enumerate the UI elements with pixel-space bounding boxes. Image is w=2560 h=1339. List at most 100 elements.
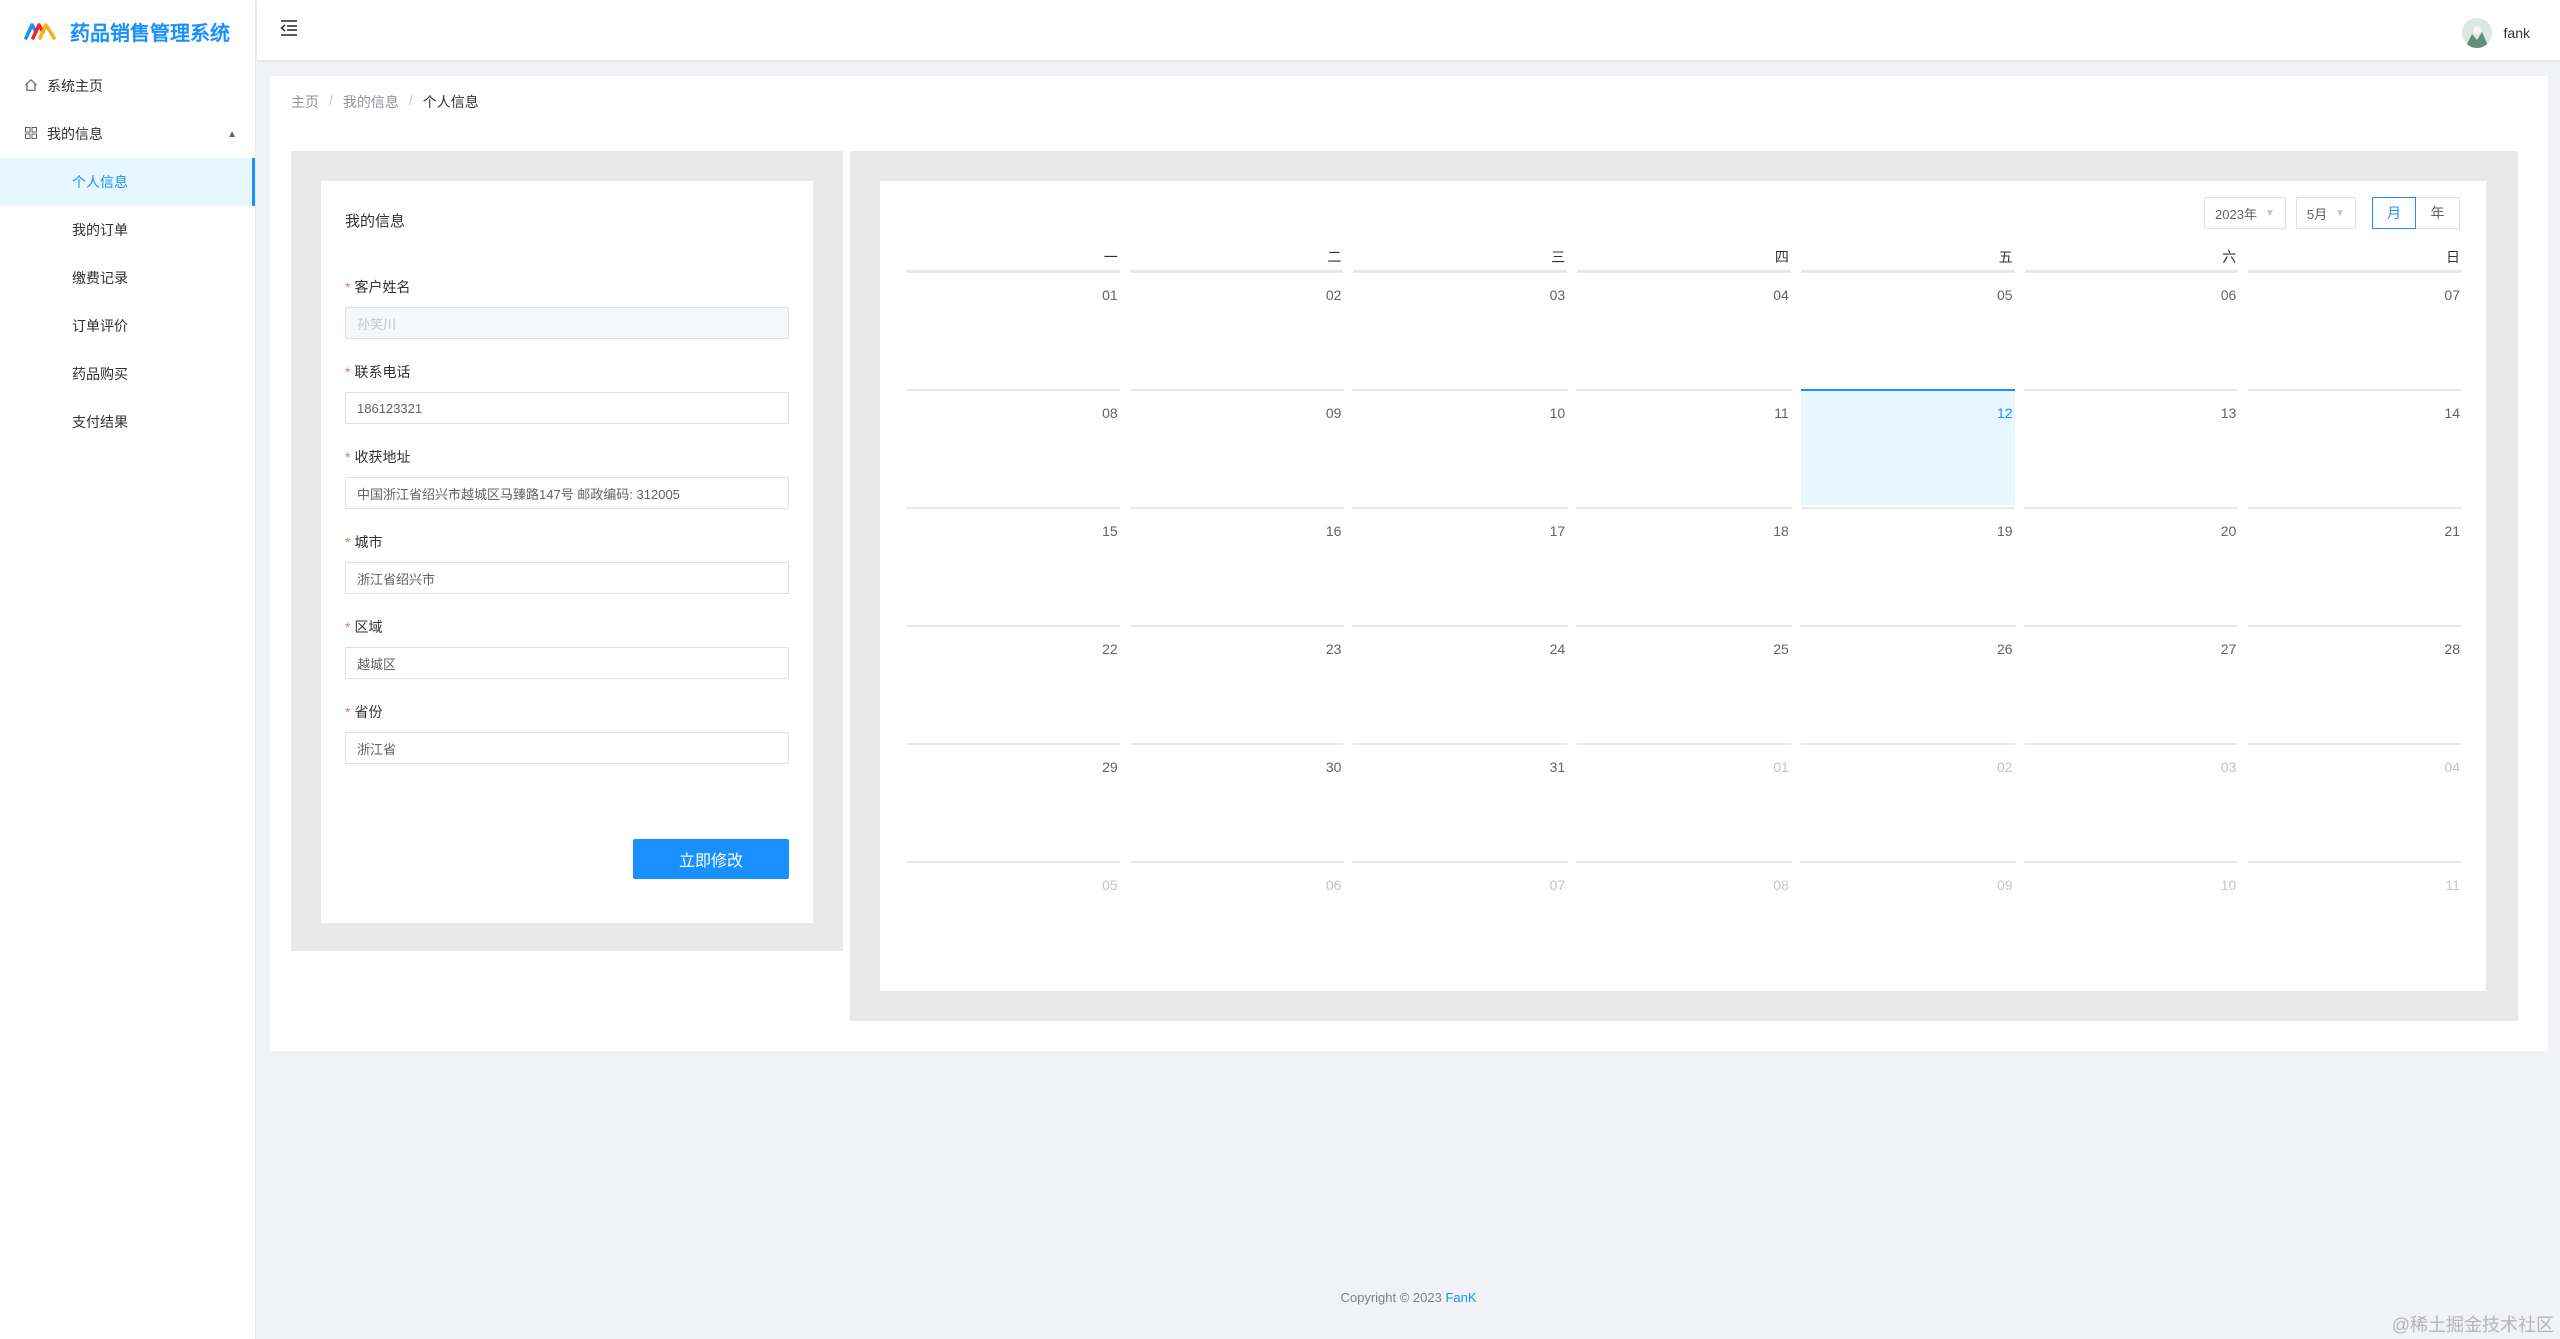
sidebar-item-home[interactable]: 系统主页 [0,62,255,110]
year-select-value: 2023年 [2215,206,2257,222]
grid-icon [24,126,38,143]
province-input[interactable] [345,732,789,764]
calendar-day[interactable]: 25 [1577,625,1791,741]
sidebar-item-drug-purchase[interactable]: 药品购买 [0,350,255,398]
calendar-day[interactable]: 02 [1129,271,1344,387]
calendar-day[interactable]: 09 [1129,389,1344,505]
calendar-week: 08 09 10 11 12 13 14 [906,389,2462,507]
calendar-day-next-month[interactable]: 07 [1353,861,1568,977]
calendar-day[interactable]: 27 [2024,625,2239,741]
calendar-week: 15 16 17 18 19 20 21 [906,507,2462,625]
info-form-card: 我的信息 *客户姓名 *联系电话 *收获地址 *城市 *区域 [321,181,813,923]
copyright-text: Copyright © 2023 [1340,1290,1446,1305]
calendar-day[interactable]: 17 [1353,507,1568,623]
avatar[interactable] [2461,18,2492,48]
sidebar-item-payment-result[interactable]: 支付结果 [0,398,255,446]
weekday-label: 四 [1577,247,1791,271]
field-address: * 收获地址 [345,447,789,509]
calendar-day[interactable]: 31 [1353,743,1568,859]
calendar-day[interactable]: 10 [1353,389,1568,505]
calendar-day-next-month[interactable]: 10 [2024,861,2239,977]
phone-input[interactable] [345,392,789,424]
calendar-day[interactable]: 13 [2024,389,2239,505]
month-select[interactable]: 5月 ▼ [2295,197,2356,229]
calendar-day[interactable]: 16 [1129,507,1344,623]
home-icon [24,78,38,95]
user-name: fank [2503,25,2530,41]
calendar-day[interactable]: 05 [1800,271,2015,387]
calendar-day[interactable]: 08 [906,389,1120,505]
month-mode-button[interactable]: 月 [2372,197,2416,229]
calendar-day[interactable]: 19 [1800,507,2015,623]
main-content: 主页 / 我的信息 / 个人信息 我的信息 *客户姓名 *联系电话 *收获地址 … [270,76,2548,1051]
calendar-day[interactable]: 04 [1577,271,1791,387]
sidebar-item-my-orders[interactable]: 我的订单 [0,206,255,254]
sidebar-item-my-info[interactable]: 我的信息 ▲ [0,110,255,158]
sidebar-item-label: 我的订单 [72,222,128,238]
breadcrumb-my-info[interactable]: 我的信息 [343,92,399,112]
calendar-day[interactable]: 30 [1129,743,1344,859]
calendar-day[interactable]: 26 [1800,625,2015,741]
year-select[interactable]: 2023年 ▼ [2204,197,2286,229]
calendar-day-next-month[interactable]: 04 [2248,743,2462,859]
calendar-week: 05 06 07 08 09 10 11 [906,861,2462,979]
breadcrumb-home[interactable]: 主页 [291,92,319,112]
field-label: 区域 [354,619,383,635]
calendar-day[interactable]: 22 [906,625,1120,741]
calendar-day[interactable]: 06 [2024,271,2239,387]
form-container: 我的信息 *客户姓名 *联系电话 *收获地址 *城市 *区域 [291,151,843,951]
calendar-week: 29 30 31 01 02 03 04 [906,743,2462,861]
calendar-day[interactable]: 29 [906,743,1120,859]
field-label: 联系电话 [354,364,411,380]
city-input[interactable] [345,562,789,594]
weekday-label: 一 [906,247,1120,271]
calendar-day[interactable]: 18 [1577,507,1791,623]
calendar-day[interactable]: 03 [1353,271,1568,387]
address-input[interactable] [345,477,789,509]
calendar-day-next-month[interactable]: 08 [1577,861,1791,977]
calendar-day[interactable]: 23 [1129,625,1344,741]
form-title: 我的信息 [345,213,406,230]
weekday-label: 三 [1353,247,1568,271]
breadcrumb-separator: / [408,92,413,108]
calendar-day[interactable]: 11 [1577,389,1791,505]
field-province: * 省份 [345,702,789,764]
calendar-day[interactable]: 24 [1353,625,1568,741]
calendar-day[interactable]: 01 [906,271,1120,387]
district-input[interactable] [345,647,789,679]
calendar-day-next-month[interactable]: 09 [1800,861,2015,977]
logo-icon [24,23,56,40]
sidebar-item-personal-info[interactable]: 个人信息 [0,158,255,206]
calendar-day[interactable]: 21 [2248,507,2462,623]
calendar-day-next-month[interactable]: 03 [2024,743,2239,859]
submit-button[interactable]: 立即修改 [633,839,789,879]
calendar-day-next-month[interactable]: 02 [1800,743,2015,859]
calendar-day[interactable]: 20 [2024,507,2239,623]
required-mark: * [345,619,351,635]
sidebar-item-payment-records[interactable]: 缴费记录 [0,254,255,302]
calendar-day[interactable]: 07 [2248,271,2462,387]
logo[interactable]: 药品销售管理系统 [0,0,255,62]
sidebar-item-order-review[interactable]: 订单评价 [0,302,255,350]
calendar-day[interactable]: 14 [2248,389,2462,505]
calendar-day[interactable]: 28 [2248,625,2462,741]
field-label: 城市 [354,534,383,550]
calendar-day-next-month[interactable]: 01 [1577,743,1791,859]
footer: Copyright © 2023 FanK [257,1290,2560,1305]
top-header: fank [257,0,2560,60]
sidebar-item-label: 支付结果 [72,414,128,430]
breadcrumb: 主页 / 我的信息 / 个人信息 [291,92,479,112]
breadcrumb-current: 个人信息 [422,94,479,110]
field-city: * 城市 [345,532,789,594]
calendar-day-today[interactable]: 12 [1800,389,2015,505]
year-mode-button[interactable]: 年 [2416,197,2460,229]
calendar-day-next-month[interactable]: 06 [1129,861,1344,977]
sidebar-item-label: 个人信息 [72,174,128,190]
footer-brand-link[interactable]: FanK [1445,1290,1476,1305]
menu-fold-icon[interactable] [279,18,299,38]
user-menu[interactable]: fank [2461,18,2530,48]
calendar-day-next-month[interactable]: 05 [906,861,1120,977]
field-label: 收获地址 [354,449,411,465]
calendar-day-next-month[interactable]: 11 [2248,861,2462,977]
calendar-day[interactable]: 15 [906,507,1120,623]
